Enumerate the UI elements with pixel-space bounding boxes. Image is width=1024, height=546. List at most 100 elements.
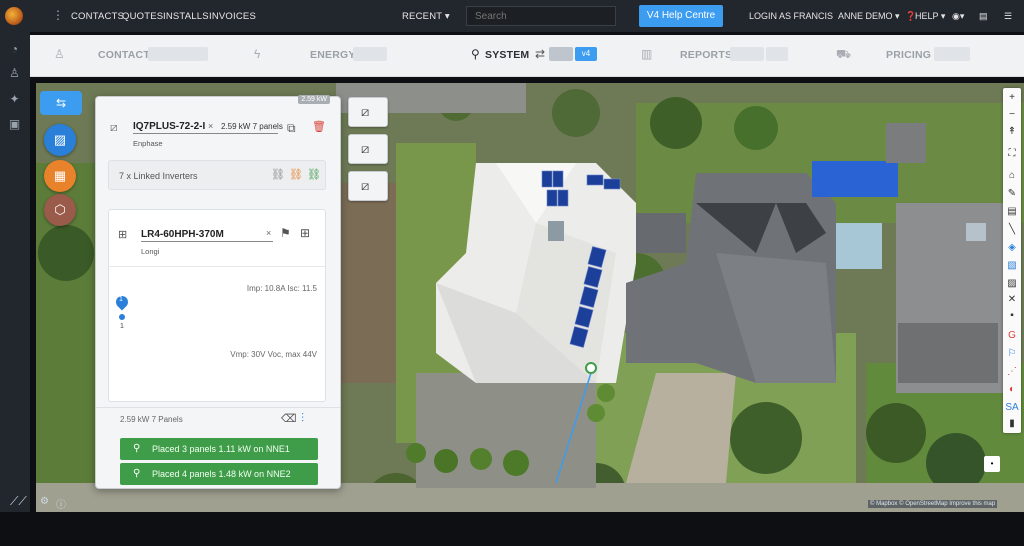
layer-icon[interactable]: ▤	[1003, 204, 1021, 220]
delete-icon[interactable]: 🗑	[312, 120, 326, 133]
reports-value-placeholder	[730, 47, 764, 61]
flag-icon[interactable]: ◐	[1003, 382, 1021, 398]
document-icon[interactable]: ▧	[1003, 258, 1021, 274]
string-config-icon[interactable]: ⫶	[301, 411, 304, 426]
nav-invoices[interactable]: INVOICES	[209, 11, 256, 22]
fullscreen-icon[interactable]: ⛶	[1003, 146, 1021, 162]
grid-layout-button[interactable]: ▦	[44, 160, 76, 192]
sa-layer-icon[interactable]: SA	[1003, 400, 1021, 416]
app-logo[interactable]	[5, 7, 23, 25]
settings-icon[interactable]: ⚙	[40, 496, 49, 507]
pricing-value-placeholder	[934, 47, 970, 61]
cart-icon: ⛟	[836, 47, 852, 61]
draw-tool-icon[interactable]: ⟋⟋	[10, 494, 27, 509]
unlink-icon[interactable]: ⛓	[271, 168, 285, 181]
link-icon[interactable]: ⛓	[289, 168, 303, 181]
3d-box-button[interactable]: ⬡	[44, 194, 76, 226]
help-centre-button[interactable]: V4 Help Centre	[639, 5, 723, 27]
remove-inverter-icon[interactable]: ×	[208, 121, 213, 131]
contact-value-placeholder	[148, 47, 208, 61]
tab-energy[interactable]: ENERGY	[310, 49, 356, 61]
placed-panels-button-1[interactable]: ⚲ Placed 3 panels 1.11 kW on NNE1	[120, 438, 318, 460]
tab-system[interactable]: SYSTEM	[485, 49, 529, 61]
tab-pricing[interactable]: PRICING	[886, 49, 931, 61]
divider	[109, 266, 325, 267]
book-icon[interactable]: ▮	[1003, 416, 1021, 432]
recent-dropdown[interactable]: RECENT ▾	[402, 11, 450, 22]
user-icon[interactable]: ♙	[7, 66, 22, 81]
measure-icon[interactable]: ⋰	[1003, 364, 1021, 380]
placed-panels-label-1: Placed 3 panels 1.11 kW on NNE1	[152, 444, 290, 454]
nav-installs[interactable]: INSTALLS	[163, 11, 209, 22]
clipboard-icon[interactable]: ▣	[7, 117, 22, 132]
module-grid-icon[interactable]: ⊞	[300, 226, 310, 240]
eraser-icon[interactable]: ⌫	[281, 412, 297, 425]
reports-icon: ▥	[641, 47, 653, 61]
hamburger-menu-icon[interactable]: ☰	[1004, 11, 1012, 22]
vmp-voc-label: Vmp: 30V Voc, max 44V	[230, 350, 317, 359]
module-brand: Longi	[141, 247, 160, 256]
zoom-in-button[interactable]: +	[1003, 90, 1021, 106]
string-index: 1	[120, 323, 124, 330]
save-icon[interactable]: ▪	[1003, 308, 1021, 324]
shape-tool-icon[interactable]: ⌂	[1003, 168, 1021, 184]
system-size-placeholder	[549, 47, 573, 61]
system-summary: 2.59 kW 7 panels	[221, 122, 283, 131]
divider	[96, 407, 340, 408]
string-pin-number: 1	[119, 296, 123, 303]
globe-icon[interactable]: ◉▾	[952, 11, 964, 22]
map-point-icon[interactable]: •	[984, 456, 1000, 472]
copy-icon[interactable]: ⧉	[287, 121, 296, 136]
placed-panels-button-2[interactable]: ⚲ Placed 4 panels 1.48 kW on NNE2	[120, 463, 318, 485]
solar-panel-icon: ⧄	[361, 141, 370, 156]
map-toolbar: + − ↟ ⛶ ⌂ ✎ ▤ ╲ ◈ ▧ ▨ ✕ ▪ G ⚐ ⋰ ◐ SA ▮	[1003, 88, 1021, 433]
imp-isc-label: Imp: 10.8A Isc: 11.5	[246, 284, 317, 293]
placed-panels-label-2: Placed 4 panels 1.48 kW on NNE2	[152, 469, 291, 479]
linked-inverters-label: 7 x Linked Inverters	[119, 171, 198, 181]
image-icon[interactable]: ▨	[1003, 276, 1021, 292]
user-menu[interactable]: ANNE DEMO ▾	[838, 11, 900, 22]
nav-contacts[interactable]: CONTACTS	[71, 11, 124, 22]
system-route-icon: ⇄	[535, 47, 546, 61]
left-sidebar: ◔ ♙ ✦ ▣	[0, 32, 30, 512]
compass-icon[interactable]: ↟	[1003, 124, 1021, 140]
info-icon[interactable]: ⓘ	[56, 496, 66, 511]
search-input[interactable]	[466, 6, 616, 26]
dropbox-icon[interactable]: ✦	[7, 92, 22, 107]
select-tool-icon[interactable]: ◈	[1003, 240, 1021, 256]
module-settings-icon[interactable]: ⚑	[280, 226, 291, 240]
toggle-panel-button[interactable]: ⇆	[40, 91, 82, 115]
solar-tool-button-2[interactable]: ⧄	[348, 134, 388, 164]
line-tool-icon[interactable]: ╲	[1003, 222, 1021, 238]
help-menu[interactable]: HELP ▾	[915, 11, 945, 22]
pencil-icon[interactable]: ✎	[1003, 186, 1021, 202]
system-version-badge[interactable]: v4	[575, 47, 597, 61]
nav-quotes[interactable]: QUOTES	[122, 11, 163, 22]
map-attribution[interactable]: © Mapbox © OpenStreetMap Improve this ma…	[868, 500, 998, 508]
solar-panel-icon: ⧄	[361, 178, 370, 193]
energy-value-placeholder	[353, 47, 387, 61]
string-dot[interactable]	[119, 314, 125, 320]
google-icon[interactable]: G	[1003, 328, 1021, 344]
tab-contact[interactable]: CONTACT	[98, 49, 150, 61]
module-icon: ⊞	[118, 229, 128, 241]
map-marker-icon: ⚲	[133, 443, 141, 454]
remove-module-icon[interactable]: ×	[266, 228, 271, 238]
street-view-icon[interactable]: ⚐	[1003, 346, 1021, 362]
module-name[interactable]: LR4-60HPH-370M	[141, 229, 224, 240]
solar-tool-button-1[interactable]: ⧄	[348, 97, 388, 127]
tab-reports[interactable]: REPORTS	[680, 49, 732, 61]
add-link-icon[interactable]: ⛓	[307, 168, 321, 181]
solar-tool-button-3[interactable]: ⧄	[348, 171, 388, 201]
inverter-icon: ⧄	[110, 120, 118, 134]
inverter-name[interactable]: IQ7PLUS-72-2-I	[133, 121, 205, 132]
linked-inverters-row[interactable]: 7 x Linked Inverters ⛓ ⛓ ⛓	[108, 160, 326, 190]
notifications-icon[interactable]: ▤	[979, 11, 988, 22]
cross-icon[interactable]: ✕	[1003, 292, 1021, 308]
zoom-out-button[interactable]: −	[1003, 107, 1021, 123]
panel-layout-button[interactable]: ▨	[44, 124, 76, 156]
more-menu-icon[interactable]: ⋮	[52, 8, 64, 22]
login-as-link[interactable]: LOGIN AS FRANCIS	[749, 11, 833, 21]
panel-corner-label: 2.59 kW	[298, 95, 330, 104]
dashboard-icon[interactable]: ◔	[7, 42, 22, 57]
